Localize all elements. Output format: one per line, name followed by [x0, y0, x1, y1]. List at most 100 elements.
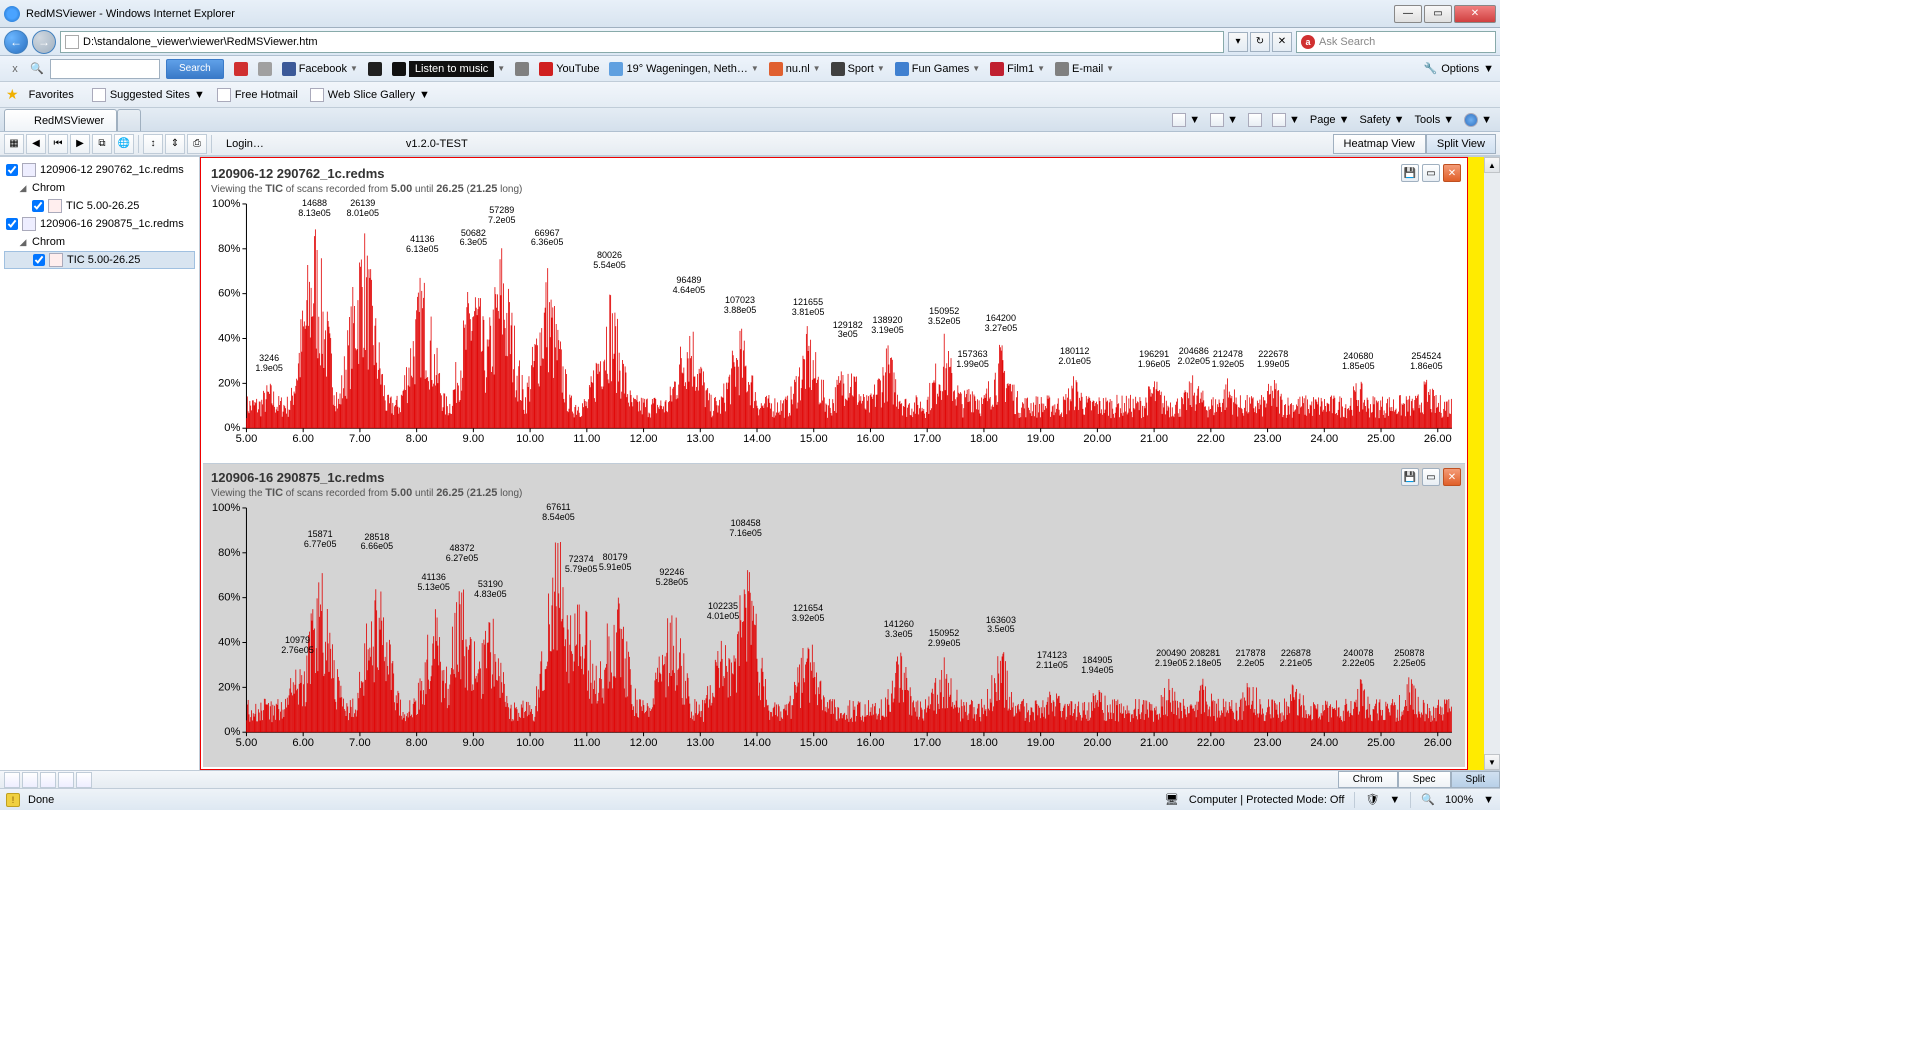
- toolbar-search-button[interactable]: Search: [166, 59, 224, 79]
- stop-button[interactable]: ✕: [1272, 32, 1292, 52]
- footer-btn-5[interactable]: [76, 772, 92, 788]
- tree-checkbox[interactable]: [32, 200, 44, 212]
- zoom-icon[interactable]: 🔍: [1421, 793, 1435, 806]
- app-btn-next[interactable]: ▶: [70, 134, 90, 154]
- cmd-home[interactable]: ▼: [1172, 113, 1200, 127]
- print-icon: [1272, 113, 1286, 127]
- footer-btn-3[interactable]: [40, 772, 56, 788]
- cmd-mail[interactable]: [1248, 113, 1262, 127]
- cmd-safety[interactable]: Safety▼: [1359, 114, 1404, 126]
- app-login-link[interactable]: Login…: [226, 138, 264, 150]
- footer-btn-4[interactable]: [58, 772, 74, 788]
- maximize-button[interactable]: ▭: [1424, 5, 1452, 23]
- split-view-tab[interactable]: Split View: [1426, 134, 1496, 154]
- status-zoom[interactable]: 100%: [1445, 794, 1473, 806]
- toolbar-link-10[interactable]: Fun Games▼: [891, 59, 984, 79]
- forward-button[interactable]: →: [32, 30, 56, 54]
- back-button[interactable]: ←: [4, 30, 28, 54]
- browser-search-box[interactable]: a Ask Search: [1296, 31, 1496, 53]
- app-btn-export[interactable]: ⎙: [187, 134, 207, 154]
- toolbar-link-3[interactable]: [364, 59, 386, 79]
- disclosure-icon[interactable]: ◢: [18, 237, 28, 248]
- favorites-star-icon[interactable]: ★: [6, 86, 19, 103]
- svg-text:24.00: 24.00: [1310, 433, 1338, 445]
- toolbar-link-11[interactable]: Film1▼: [986, 59, 1049, 79]
- toolbar-options[interactable]: 🔧 Options ▼: [1423, 62, 1494, 75]
- close-button[interactable]: ✕: [1454, 5, 1496, 23]
- footer-tab-split[interactable]: Split: [1451, 771, 1500, 788]
- fav-item-0[interactable]: Suggested Sites▼: [92, 88, 205, 102]
- tree-tic-5[interactable]: TIC 5.00-26.25: [4, 251, 195, 269]
- app-btn-prev[interactable]: ◀: [26, 134, 46, 154]
- toolbar-search-input[interactable]: [50, 59, 160, 79]
- scroll-up-button[interactable]: ▲: [1484, 157, 1500, 173]
- vertical-scrollbar[interactable]: ▲ ▼: [1484, 157, 1500, 770]
- search-placeholder: Ask Search: [1319, 36, 1375, 48]
- toolbar-link-1[interactable]: [254, 59, 276, 79]
- cmd-help[interactable]: ▼: [1464, 113, 1492, 127]
- tab-redmsviewer[interactable]: RedMSViewer: [4, 109, 117, 131]
- cmd-print[interactable]: ▼: [1272, 113, 1300, 127]
- compat-view-button[interactable]: ▾: [1228, 32, 1248, 52]
- tree-checkbox[interactable]: [6, 218, 18, 230]
- footer-btn-1[interactable]: [4, 772, 20, 788]
- chart-close-button[interactable]: ✕: [1443, 164, 1461, 182]
- footer-btn-2[interactable]: [22, 772, 38, 788]
- chromatogram-plot[interactable]: 0%20%40%60%80%100%5.006.007.008.009.0010…: [211, 503, 1457, 750]
- svg-text:5.00: 5.00: [236, 737, 258, 749]
- scroll-track[interactable]: [1484, 173, 1500, 754]
- tree-checkbox[interactable]: [33, 254, 45, 266]
- tree-file-3[interactable]: 120906-16 290875_1c.redms: [4, 215, 195, 233]
- footer-tab-spec[interactable]: Spec: [1398, 771, 1451, 788]
- refresh-button[interactable]: ↻: [1250, 32, 1270, 52]
- svg-text:6.00: 6.00: [292, 433, 314, 445]
- warning-icon[interactable]: !: [6, 793, 20, 807]
- ask-icon: a: [1301, 35, 1315, 49]
- chart-save-icon-button[interactable]: 💾: [1401, 164, 1419, 182]
- tree-group-4[interactable]: ◢Chrom: [4, 233, 195, 251]
- scroll-down-button[interactable]: ▼: [1484, 754, 1500, 770]
- app-btn-globe[interactable]: 🌐: [114, 134, 134, 154]
- cmd-tools[interactable]: Tools▼: [1415, 114, 1455, 126]
- svg-text:9.00: 9.00: [463, 433, 485, 445]
- chart-save-icon-button[interactable]: 💾: [1401, 468, 1419, 486]
- chart-window-icon-button[interactable]: ▭: [1422, 164, 1440, 182]
- app-btn-zoomout[interactable]: ⇕: [165, 134, 185, 154]
- heatmap-view-tab[interactable]: Heatmap View: [1333, 134, 1426, 154]
- toolbar-link-5[interactable]: [511, 59, 533, 79]
- app-btn-zoomin[interactable]: ↕: [143, 134, 163, 154]
- link-icon: [368, 62, 382, 76]
- tree-tic-2[interactable]: TIC 5.00-26.25: [4, 197, 195, 215]
- toolbar-link-0[interactable]: [230, 59, 252, 79]
- toolbar-link-6[interactable]: YouTube: [535, 59, 603, 79]
- svg-text:8.00: 8.00: [406, 737, 428, 749]
- favorites-label[interactable]: Favorites: [29, 89, 74, 101]
- disclosure-icon[interactable]: ◢: [18, 183, 28, 194]
- address-bar[interactable]: D:\standalone_viewer\viewer\RedMSViewer.…: [60, 31, 1224, 53]
- fav-item-1[interactable]: Free Hotmail: [217, 88, 298, 102]
- tree-checkbox[interactable]: [6, 164, 18, 176]
- toolbar-link-2[interactable]: Facebook▼: [278, 59, 362, 79]
- selection-strip[interactable]: [1468, 157, 1484, 770]
- toolbar-close-icon[interactable]: x: [6, 60, 24, 78]
- toolbar-link-8[interactable]: nu.nl▼: [765, 59, 825, 79]
- toolbar-link-4[interactable]: Listen to music▼: [388, 59, 509, 79]
- tree-file-0[interactable]: 120906-12 290762_1c.redms: [4, 161, 195, 179]
- chromatogram-plot[interactable]: 0%20%40%60%80%100%5.006.007.008.009.0010…: [211, 199, 1457, 446]
- cmd-page[interactable]: Page▼: [1310, 114, 1350, 126]
- cmd-feeds[interactable]: ▼: [1210, 113, 1238, 127]
- app-btn-first[interactable]: ⏮: [48, 134, 68, 154]
- toolbar-link-12[interactable]: E-mail▼: [1051, 59, 1118, 79]
- chart-close-button[interactable]: ✕: [1443, 468, 1461, 486]
- footer-tab-chrom[interactable]: Chrom: [1338, 771, 1398, 788]
- tree-group-1[interactable]: ◢Chrom: [4, 179, 195, 197]
- new-tab-button[interactable]: [117, 109, 141, 131]
- status-zone-icon[interactable]: 🛡: [1365, 793, 1379, 806]
- fav-item-2[interactable]: Web Slice Gallery▼: [310, 88, 430, 102]
- toolbar-link-7[interactable]: 19° Wageningen, Neth…▼: [605, 59, 762, 79]
- toolbar-link-9[interactable]: Sport▼: [827, 59, 889, 79]
- app-btn-overlay[interactable]: ⧉: [92, 134, 112, 154]
- chart-window-icon-button[interactable]: ▭: [1422, 468, 1440, 486]
- app-btn-1[interactable]: ▦: [4, 134, 24, 154]
- minimize-button[interactable]: —: [1394, 5, 1422, 23]
